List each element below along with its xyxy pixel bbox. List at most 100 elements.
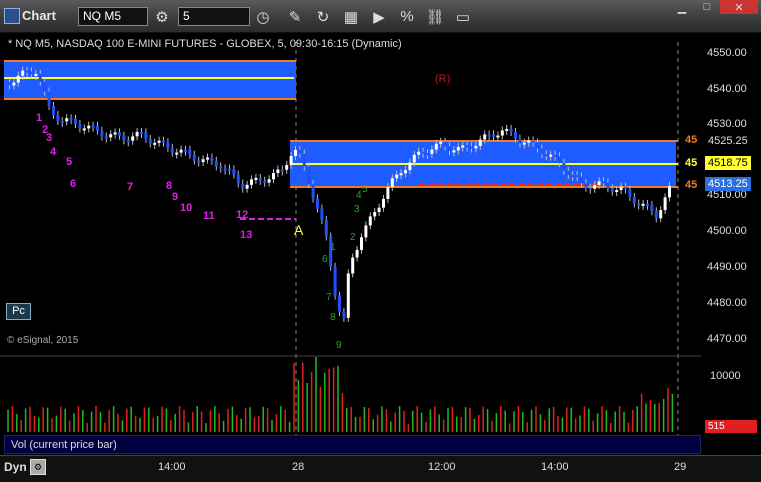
price-tick: 4490.00 <box>707 261 747 273</box>
volume-panel-strip: Vol (current price bar) <box>4 435 701 454</box>
seq-number-magenta: 1 <box>36 112 42 124</box>
candle-up <box>461 145 465 148</box>
candle-up <box>619 186 623 191</box>
title-bar: Chart ⚙ ◷ ✎ ↻ ▦ ▶ % ⛓ ▭ ▁ □ ✕ <box>0 0 761 33</box>
candle-down <box>184 149 187 152</box>
candle-down <box>140 131 143 134</box>
candle-up <box>373 212 377 217</box>
candle-up <box>131 136 135 141</box>
candle-down <box>540 148 544 155</box>
candle-up <box>593 185 597 189</box>
candle-up <box>668 186 671 198</box>
candle-down <box>342 311 346 318</box>
candle-up <box>417 151 421 155</box>
edit-window-icon[interactable]: ▭ <box>452 6 474 27</box>
time-tick: 28 <box>292 461 305 473</box>
candle-down <box>162 140 165 143</box>
link-icon[interactable]: ⛓ <box>424 6 446 27</box>
candle-up <box>478 139 482 146</box>
candle-up <box>157 140 161 143</box>
candle-down <box>544 154 548 157</box>
cut-label-orange: 45 <box>685 134 698 146</box>
price-chart[interactable]: 123456 7 891011 1213123456789 <box>0 33 761 481</box>
seq-number-magenta: 9 <box>172 191 178 203</box>
candle-down <box>263 180 267 183</box>
candle-down <box>518 138 522 144</box>
candle-down <box>100 130 104 137</box>
candle-down <box>307 166 311 185</box>
seq-number-magenta: 5 <box>66 156 72 168</box>
label-R: (R) <box>435 73 451 85</box>
watermark: © eSignal, 2015 <box>7 335 79 346</box>
candle-down <box>60 120 64 123</box>
time-tick: 12:00 <box>428 461 456 473</box>
time-tick: 14:00 <box>541 461 569 473</box>
clock-icon[interactable]: ◷ <box>252 6 274 27</box>
candle-up <box>360 237 363 250</box>
candle-up <box>412 154 416 163</box>
cut-label-yellow: 45 <box>685 157 698 169</box>
refresh-icon[interactable]: ↻ <box>312 6 334 27</box>
candle-up <box>82 128 86 131</box>
symbol-settings-icon[interactable]: ⚙ <box>151 6 173 27</box>
candle-up <box>408 162 412 171</box>
price-tick: 4540.00 <box>707 83 747 95</box>
minimize-button[interactable]: ▁ <box>669 0 695 14</box>
candle-up <box>395 174 399 179</box>
seq-number-magenta: 4 <box>50 146 57 158</box>
candle-down <box>610 188 614 192</box>
candle-down <box>470 146 473 149</box>
candle-down <box>575 175 579 178</box>
candle-down <box>487 134 491 137</box>
candle-down <box>52 106 55 116</box>
symbol-input[interactable] <box>78 7 148 26</box>
candle-down <box>170 147 174 153</box>
candle-down <box>536 142 539 149</box>
candle-down <box>646 203 649 206</box>
candle-down <box>192 154 196 161</box>
time-axis-bar: Dyn ⚙ 14:00 28 12:00 14:00 29 <box>0 455 761 482</box>
candle-down <box>654 211 658 219</box>
candle-up <box>250 179 253 185</box>
candle-down <box>104 136 108 139</box>
candle-down <box>443 141 447 147</box>
candle-down <box>228 168 231 171</box>
candle-down <box>56 115 60 121</box>
candle-down <box>588 187 592 190</box>
calculator-icon[interactable]: ▦ <box>340 6 362 27</box>
candle-up <box>368 216 372 226</box>
candle-down <box>465 145 469 148</box>
candle-down <box>558 156 561 163</box>
seq-number-magenta: 7 <box>127 181 133 193</box>
candle-down <box>628 189 632 197</box>
candle-down <box>74 118 77 125</box>
dyn-label: Dyn <box>4 460 27 474</box>
pc-button[interactable]: Pc <box>6 303 31 320</box>
dyn-settings-icon[interactable]: ⚙ <box>30 459 46 475</box>
candle-down <box>25 70 29 73</box>
candle-up <box>641 203 645 206</box>
candle-down <box>241 183 245 189</box>
percent-icon[interactable]: % <box>396 6 418 27</box>
candle-down <box>324 220 328 237</box>
maximize-button[interactable]: □ <box>694 0 720 14</box>
candle-up <box>109 134 113 138</box>
candle-down <box>214 160 218 167</box>
candle-down <box>426 153 429 156</box>
pencil-icon[interactable]: ✎ <box>284 6 306 27</box>
play-icon[interactable]: ▶ <box>368 6 390 27</box>
close-button[interactable]: ✕ <box>720 0 758 14</box>
interval-input[interactable] <box>178 7 250 26</box>
candle-down <box>316 198 319 209</box>
candle-up <box>294 149 297 156</box>
candle-down <box>531 140 535 143</box>
candle-down <box>232 169 236 175</box>
price-tick: 4500.00 <box>707 225 747 237</box>
seq-number-magenta: 3 <box>46 132 52 144</box>
price-label-yellow: 4518.75 <box>705 156 751 170</box>
candle-up <box>201 159 205 163</box>
candle-down <box>624 186 627 190</box>
volume-tick: 10000 <box>710 370 741 382</box>
candle-down <box>492 134 495 137</box>
candle-up <box>505 128 509 131</box>
